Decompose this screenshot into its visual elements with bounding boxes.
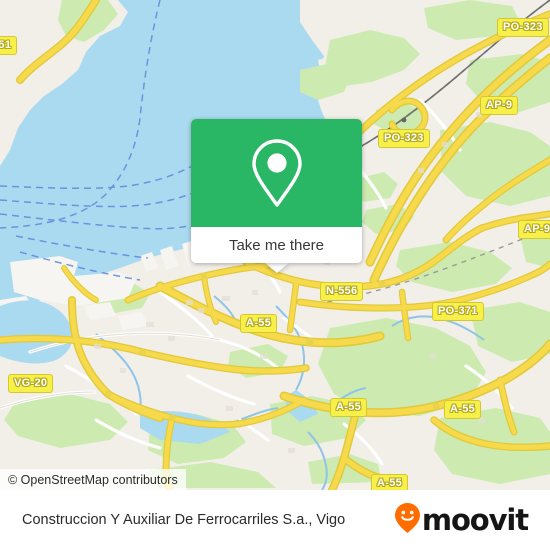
popup-pointer-tail — [264, 262, 290, 273]
map-canvas[interactable]: 551 PO-323 AP-9 PO-323 AP-9 N-556 PO-371… — [0, 0, 550, 490]
moovit-wordmark: moovit — [421, 502, 529, 537]
road-shield-a-55-mid: A-55 — [240, 314, 278, 333]
map-attribution[interactable]: © OpenStreetMap contributors — [0, 469, 186, 490]
place-title: Construccion Y Auxiliar De Ferrocarriles… — [22, 512, 346, 528]
road-shield-vg-20: VG-20 — [8, 374, 54, 393]
take-me-there-label: Take me there — [228, 236, 325, 254]
take-me-there-popup[interactable]: Take me there — [191, 119, 362, 263]
moovit-logo[interactable]: moovit — [394, 502, 529, 539]
attribution-text: © OpenStreetMap contributors — [8, 472, 178, 487]
road-shield-a-55-south-west: A-55 — [330, 398, 368, 417]
moovit-smiley-pin-icon — [394, 502, 421, 539]
map-pin-icon — [248, 137, 306, 209]
road-shield-po-371: PO-371 — [432, 302, 484, 321]
moovit-map-screenshot: 551 PO-323 AP-9 PO-323 AP-9 N-556 PO-371… — [0, 0, 550, 550]
footer-bar: Construccion Y Auxiliar De Ferrocarriles… — [0, 490, 550, 550]
road-shield-ap-9-north: AP-9 — [480, 96, 519, 115]
road-shield-a-55-south-east: A-55 — [444, 400, 482, 419]
road-shield-n-556: N-556 — [320, 282, 364, 301]
road-shield-551: 551 — [0, 36, 18, 55]
road-shield-a-55-bottom: A-55 — [371, 474, 409, 490]
road-shield-ap-9-east: AP-9 — [518, 220, 550, 239]
road-shield-po-323-north: PO-323 — [497, 18, 549, 37]
popup-header — [191, 119, 362, 227]
road-shield-po-323-mid: PO-323 — [378, 129, 430, 148]
popup-action-bar[interactable]: Take me there — [191, 227, 362, 263]
